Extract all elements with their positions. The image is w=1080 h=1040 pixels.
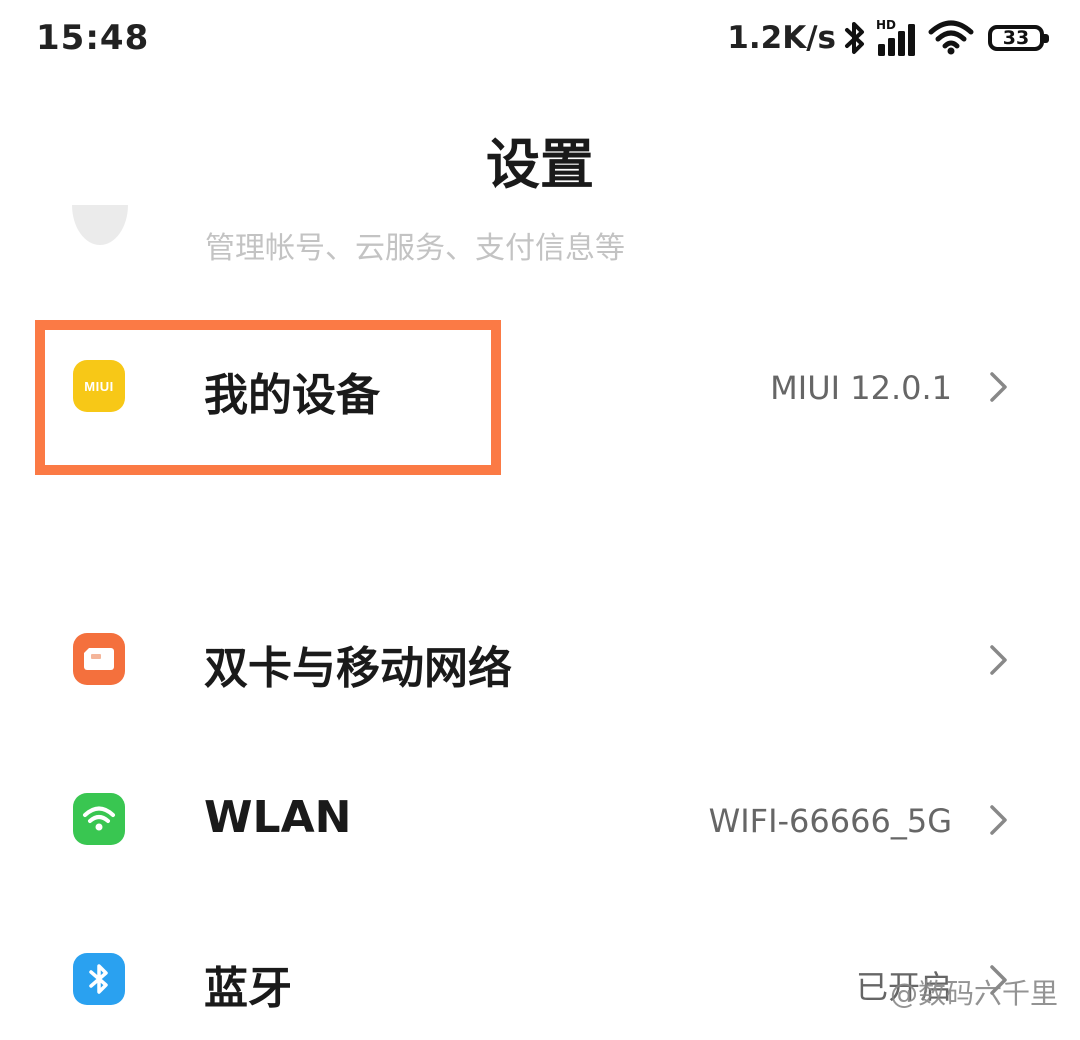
- status-time: 15:48: [36, 18, 150, 58]
- battery-level: 33: [1002, 26, 1030, 49]
- chevron-right-icon: [990, 645, 1007, 675]
- settings-item-value: WIFI-66666_5G: [708, 802, 952, 840]
- sim-card-icon: [73, 633, 125, 685]
- settings-item-label: WLAN: [204, 792, 352, 843]
- settings-item-label: 蓝牙: [204, 963, 292, 1014]
- settings-item-wlan[interactable]: WLAN WIFI-66666_5G: [0, 760, 1080, 880]
- settings-item-value: MIUI 12.0.1: [770, 369, 952, 407]
- settings-item-sim[interactable]: 双卡与移动网络: [0, 600, 1080, 720]
- hd-label: HD: [876, 18, 896, 32]
- status-bar: 15:48 1.2K/s HD 33: [0, 0, 1080, 80]
- settings-item-label: 双卡与移动网络: [204, 643, 512, 694]
- cellular-signal-icon: HD: [876, 18, 915, 56]
- chevron-right-icon: [990, 805, 1007, 835]
- bluetooth-status-icon: [845, 22, 864, 54]
- watermark: @数码六千里: [889, 977, 1058, 1010]
- page-title: 设置: [486, 133, 594, 196]
- highlight-box: [35, 320, 501, 475]
- wifi-icon: [73, 793, 125, 845]
- chevron-right-icon: [990, 372, 1007, 402]
- account-subtitle: 管理帐号、云服务、支付信息等: [205, 231, 625, 265]
- wifi-status-icon: [928, 20, 974, 55]
- bluetooth-icon: [73, 953, 125, 1005]
- avatar: [72, 205, 128, 245]
- network-speed: 1.2K/s: [727, 20, 836, 56]
- battery-icon: 33: [988, 25, 1049, 51]
- status-icons: 1.2K/s HD 33: [727, 16, 1049, 60]
- account-row[interactable]: 管理帐号、云服务、支付信息等: [0, 205, 1080, 265]
